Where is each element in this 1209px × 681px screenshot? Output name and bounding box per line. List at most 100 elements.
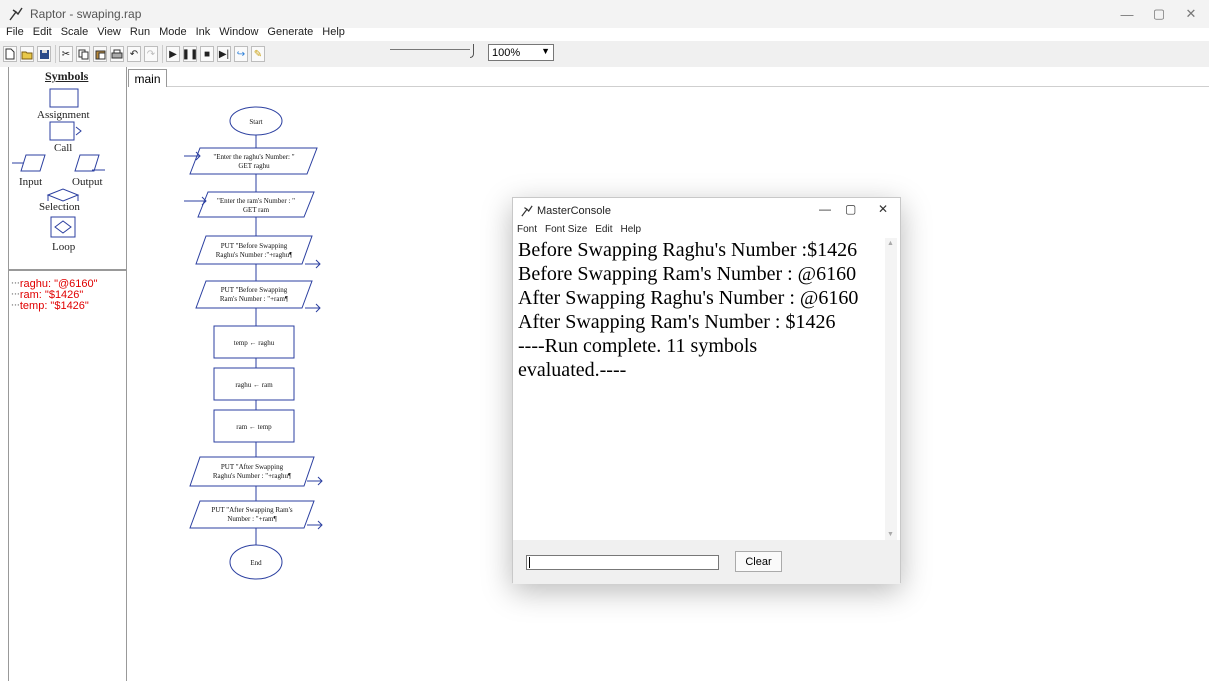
- menu-run[interactable]: Run: [130, 26, 150, 40]
- zoom-slider-thumb[interactable]: [470, 44, 474, 58]
- console-line: After Swapping Ram's Number : $1426: [518, 311, 836, 333]
- input-arrow-icon: [184, 196, 207, 206]
- console-line: Before Swapping Ram's Number : @6160: [518, 263, 857, 285]
- print-icon[interactable]: [110, 46, 124, 62]
- output-after-ram-line2: Number : "+ram¶: [227, 515, 277, 523]
- output-after-ram-line1: PUT "After Swapping Ram's: [211, 506, 292, 514]
- input-ram-prompt: "Enter the ram's Number : ": [217, 197, 295, 205]
- menu-window[interactable]: Window: [219, 26, 258, 40]
- zoom-slider-track[interactable]: [390, 49, 470, 50]
- zoom-value: 100%: [492, 46, 521, 59]
- console-minimize-icon[interactable]: —: [819, 202, 831, 216]
- console-output[interactable]: Before Swapping Raghu's Number :$1426 Be…: [515, 238, 887, 538]
- selection-symbol[interactable]: [46, 188, 80, 202]
- console-input-bar: Clear: [513, 540, 900, 584]
- menu-generate[interactable]: Generate: [267, 26, 313, 40]
- output-arrow-icon: [307, 476, 323, 486]
- variable-item[interactable]: ⸱⸱⸱temp: "$1426": [11, 301, 98, 312]
- input-raghu-symbol[interactable]: [189, 147, 318, 175]
- menu-bar: File Edit Scale View Run Mode Ink Window…: [0, 26, 348, 40]
- flowchart-svg: Start "Enter the raghu's Number: " GET r…: [184, 106, 323, 580]
- menu-mode[interactable]: Mode: [159, 26, 187, 40]
- stop-icon[interactable]: ■: [200, 46, 214, 62]
- output-after-raghu-line2: Raghu's Number : "+raghu¶: [213, 472, 292, 480]
- console-line: evaluated.----: [518, 359, 627, 381]
- pause-icon[interactable]: ❚❚: [182, 46, 198, 62]
- menu-scale[interactable]: Scale: [61, 26, 89, 40]
- console-line: Before Swapping Raghu's Number :$1426: [518, 239, 858, 261]
- step-into-icon[interactable]: ↪: [234, 46, 248, 62]
- output-before-raghu-line2: Raghu's Number :"+raghu¶: [216, 251, 293, 259]
- console-menu-bar: Font Font Size Edit Help: [517, 224, 641, 235]
- step-icon[interactable]: ▶|: [217, 46, 231, 62]
- toolbar: ✂ ↶ ↷ ▶ ❚❚ ■ ▶| ↪ ✎: [0, 41, 1209, 67]
- console-menu-font-size[interactable]: Font Size: [545, 224, 587, 235]
- redo-icon[interactable]: ↷: [144, 46, 158, 62]
- clear-button[interactable]: Clear: [735, 551, 782, 572]
- console-menu-edit[interactable]: Edit: [595, 224, 612, 235]
- output-label: Output: [72, 176, 103, 188]
- close-icon[interactable]: ✕: [1176, 4, 1206, 24]
- call-arrow-icon: [75, 126, 82, 136]
- symbols-shapes: [12, 88, 105, 238]
- output-before-ram-line1: PUT "Before Swapping: [221, 286, 288, 294]
- output-arrow-icon: [305, 303, 321, 313]
- output-after-raghu-line1: PUT "After Swapping: [221, 463, 284, 471]
- console-title: MasterConsole: [537, 205, 611, 217]
- pen-icon[interactable]: ✎: [251, 46, 265, 62]
- menu-file[interactable]: File: [6, 26, 24, 40]
- menu-view[interactable]: View: [97, 26, 121, 40]
- assignment-label: Assignment: [37, 109, 90, 121]
- input-raghu-prompt: "Enter the raghu's Number: ": [213, 153, 294, 161]
- save-icon[interactable]: [37, 46, 51, 62]
- console-line: After Swapping Raghu's Number : @6160: [518, 287, 859, 309]
- console-maximize-icon[interactable]: ▢: [845, 202, 856, 216]
- new-icon[interactable]: [3, 46, 17, 62]
- input-raghu-get: GET raghu: [238, 162, 270, 170]
- text-cursor: [529, 557, 530, 568]
- assign-ram-label: ram ← temp: [236, 423, 272, 431]
- title-bar: Raptor - swaping.rap: [0, 0, 1209, 28]
- output-symbol[interactable]: [74, 154, 100, 172]
- cut-icon[interactable]: ✂: [59, 46, 73, 62]
- call-symbol[interactable]: [49, 121, 75, 141]
- input-symbol[interactable]: [20, 154, 46, 172]
- play-icon[interactable]: ▶: [166, 46, 180, 62]
- left-panel: Symbols Assignment Call Input Output Sel…: [8, 67, 127, 681]
- toolbar-separator: [55, 45, 56, 63]
- console-menu-font[interactable]: Font: [517, 224, 537, 235]
- tab-divider: [167, 86, 1209, 87]
- console-command-input[interactable]: [526, 555, 719, 570]
- scroll-down-icon[interactable]: ▼: [887, 531, 894, 538]
- raptor-icon: [521, 205, 533, 217]
- minimize-icon[interactable]: —: [1112, 4, 1142, 24]
- console-close-icon[interactable]: ✕: [878, 202, 888, 216]
- output-arrow-icon: [305, 259, 321, 269]
- console-scrollbar[interactable]: ▲ ▼: [885, 238, 897, 540]
- copy-icon[interactable]: [76, 46, 90, 62]
- start-label: Start: [249, 118, 262, 126]
- output-before-raghu-symbol[interactable]: [195, 235, 313, 265]
- maximize-icon[interactable]: ▢: [1144, 4, 1174, 24]
- paste-icon[interactable]: [93, 46, 107, 62]
- output-before-raghu-line1: PUT "Before Swapping: [221, 242, 288, 250]
- open-icon[interactable]: [20, 46, 34, 62]
- window-title: Raptor - swaping.rap: [30, 7, 142, 21]
- undo-icon[interactable]: ↶: [127, 46, 141, 62]
- end-label: End: [250, 559, 262, 567]
- zoom-select[interactable]: 100% ▼: [488, 44, 554, 61]
- menu-help[interactable]: Help: [322, 26, 345, 40]
- scroll-up-icon[interactable]: ▲: [887, 240, 894, 247]
- call-label: Call: [54, 142, 73, 154]
- output-before-ram-line2: Ram's Number : "+ram¶: [220, 295, 289, 303]
- console-title-bar: MasterConsole: [513, 198, 900, 224]
- selection-label: Selection: [39, 201, 80, 213]
- menu-ink[interactable]: Ink: [196, 26, 211, 40]
- loop-label: Loop: [52, 241, 76, 253]
- menu-edit[interactable]: Edit: [33, 26, 52, 40]
- master-console-window: MasterConsole — ▢ ✕ Font Font Size Edit …: [512, 197, 901, 584]
- console-menu-help[interactable]: Help: [621, 224, 642, 235]
- tab-main[interactable]: main: [128, 69, 167, 87]
- assignment-symbol[interactable]: [49, 88, 79, 108]
- input-ram-get: GET ram: [243, 206, 270, 214]
